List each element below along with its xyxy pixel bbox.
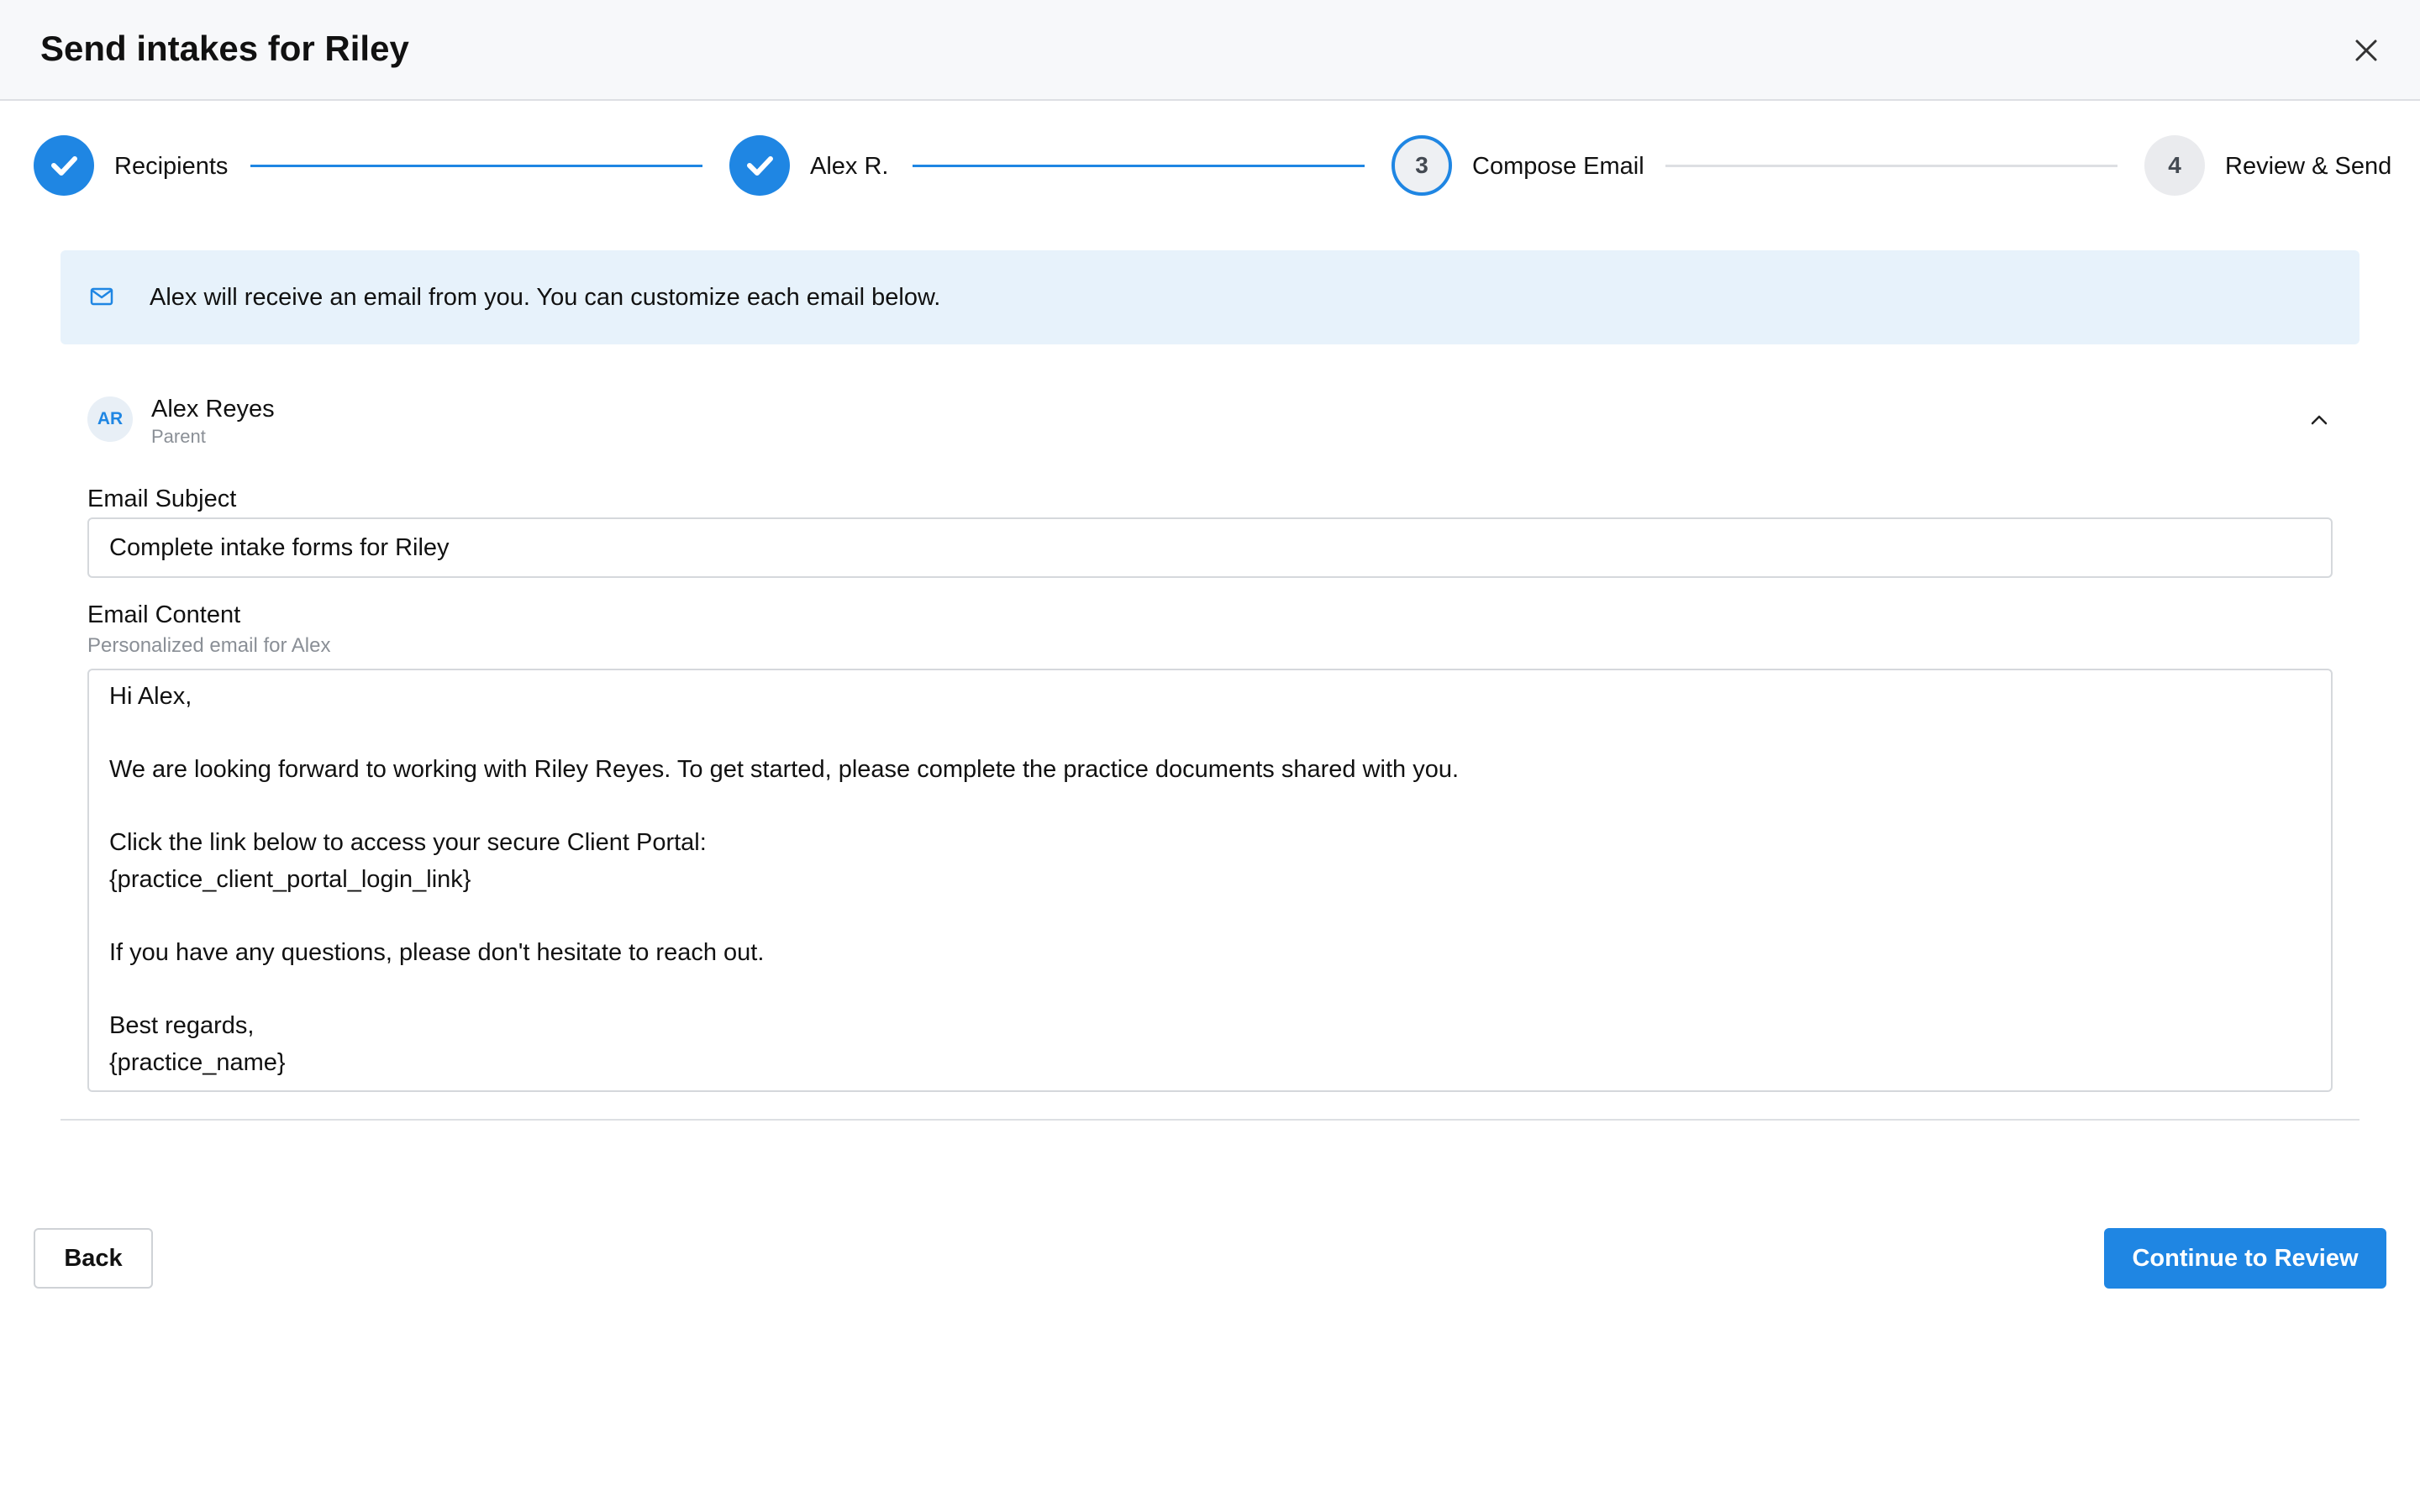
chevron-up-icon (2311, 415, 2328, 425)
email-content-help-text: Personalized email for Alex (87, 634, 331, 657)
email-content-line: {practice_client_portal_login_link} (109, 865, 471, 893)
step-2-label[interactable]: Alex R. (810, 150, 888, 183)
step-1-label[interactable]: Recipients (114, 150, 228, 183)
email-content-line (109, 972, 2311, 1009)
dialog-header: Send intakes for Riley (0, 0, 2420, 101)
email-content-line: Click the link below to access your secu… (109, 829, 707, 857)
step-connector-2 (913, 165, 1365, 167)
checkmark-icon (747, 156, 773, 176)
back-button[interactable]: Back (34, 1228, 153, 1289)
step-1-complete-indicator[interactable] (34, 135, 94, 196)
avatar: AR (87, 396, 133, 442)
step-3-number: 3 (1392, 135, 1452, 196)
step-4-number: 4 (2144, 135, 2205, 196)
progress-stepper: Recipients Alex R. 3 Compose Email 4 Rev… (0, 134, 2420, 198)
step-4-label: Review & Send (2225, 153, 2392, 180)
email-content-line (109, 716, 2311, 753)
checkmark-icon (51, 156, 77, 176)
collapse-recipient-button[interactable] (2304, 405, 2334, 435)
recipient-role: Parent (151, 426, 206, 447)
email-content-line: If you have any questions, please don't … (109, 939, 765, 967)
section-divider (60, 1119, 2360, 1121)
email-content-line (109, 789, 2311, 826)
info-banner-text: Alex will receive an email from you. You… (150, 284, 941, 311)
info-banner: Alex will receive an email from you. You… (60, 250, 2360, 344)
step-connector-3 (1665, 165, 2118, 167)
email-subject-input[interactable] (87, 517, 2333, 578)
email-content-line: Hi Alex, (109, 683, 192, 710)
email-content-line: {practice_name} (109, 1048, 286, 1076)
step-3-label: Compose Email (1472, 153, 1644, 180)
mail-icon (90, 287, 113, 306)
dialog-title: Send intakes for Riley (40, 29, 409, 68)
step-2-complete-indicator[interactable] (729, 135, 790, 196)
continue-to-review-button[interactable]: Continue to Review (2104, 1228, 2386, 1289)
send-intakes-dialog: Send intakes for Riley Recipients Alex R… (0, 0, 2420, 1512)
email-content-line: We are looking forward to working with R… (109, 756, 1460, 784)
email-content-label: Email Content (87, 601, 241, 628)
close-button[interactable] (2346, 30, 2386, 71)
recipient-name: Alex Reyes (151, 396, 275, 423)
email-content-textarea[interactable]: Hi Alex, We are looking forward to worki… (87, 669, 2333, 1092)
close-icon (2355, 39, 2377, 61)
step-connector-1 (250, 165, 702, 167)
email-subject-label: Email Subject (87, 486, 237, 512)
email-content-line (109, 899, 2311, 936)
email-content-line: Best regards, (109, 1012, 255, 1040)
